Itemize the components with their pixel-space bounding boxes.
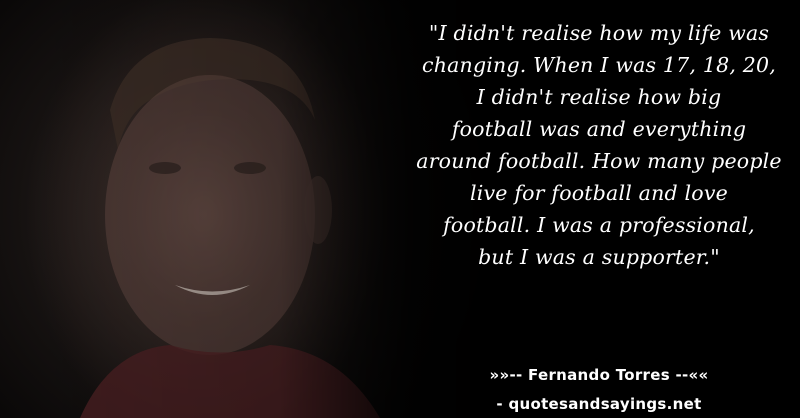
quote-line: changing. When I was 17, 18, 20, (422, 53, 776, 77)
quote-line: football. I was a professional, (443, 213, 755, 237)
quote-card: "I didn't realise how my life was changi… (0, 0, 800, 418)
quote-text: "I didn't realise how my life was changi… (404, 17, 794, 273)
quote-line: live for football and love (470, 181, 728, 205)
quote-line: but I was a supporter." (478, 245, 720, 269)
source-watermark: - quotesandsayings.net (496, 395, 702, 413)
quote-line: football was and everything (451, 117, 747, 141)
quote-line: around football. How many people (416, 149, 782, 173)
quote-author: »»-- Fernando Torres --«« (489, 366, 709, 384)
quote-line: "I didn't realise how my life was (428, 21, 770, 45)
quote-line: I didn't realise how big (476, 85, 722, 109)
